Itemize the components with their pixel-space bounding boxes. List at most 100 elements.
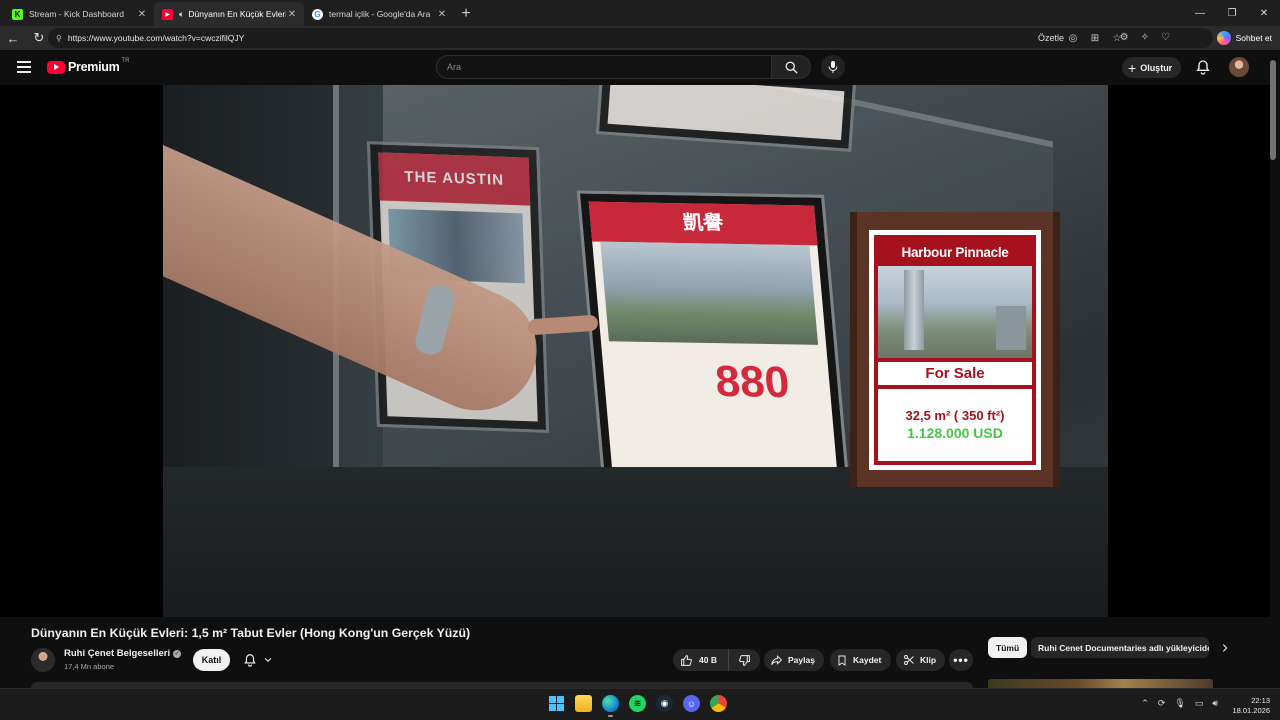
network-icon[interactable]: ▭ (1195, 698, 1204, 709)
steam-icon[interactable]: ◉ (656, 695, 673, 712)
sign-title: Harbour Pinnacle (901, 244, 1009, 260)
video-player[interactable]: THE AUSTIN 凱譽 880 Harbour Pinnacle For S… (0, 85, 1270, 617)
system-clock[interactable]: 22:13 18.01.2026 (1232, 696, 1270, 716)
performance-icon[interactable]: ♡ (1161, 32, 1170, 43)
sign-inner: Harbour Pinnacle For Sale 32,5 m² ( 350 … (874, 234, 1036, 465)
voice-search-button[interactable] (821, 55, 845, 79)
poster-photo (600, 241, 819, 345)
address-bar[interactable]: ⚲ https://www.youtube.com/watch?v=cwczif… (48, 28, 1213, 48)
summarize-icon: ◎ (1068, 32, 1078, 44)
create-label: Oluştur (1140, 62, 1173, 73)
menu-icon[interactable] (17, 61, 31, 73)
youtube-premium-logo[interactable]: Premium TR (47, 58, 129, 74)
chip-all[interactable]: Tümü (988, 637, 1028, 658)
thumbs-down-icon (738, 654, 750, 666)
logo-text: Premium (68, 60, 120, 74)
chrome-icon[interactable] (710, 695, 727, 712)
bookmark-icon (838, 655, 846, 666)
chat-label: Sohbet et (1235, 33, 1272, 43)
windows-start-icon[interactable] (548, 695, 565, 712)
more-actions-button[interactable]: ••• (949, 649, 973, 671)
tray-overflow-chevron-icon[interactable]: ⌃ (1141, 698, 1149, 709)
bell-icon (244, 654, 256, 667)
sign-card: Harbour Pinnacle For Sale 32,5 m² ( 350 … (869, 229, 1041, 470)
search-box (436, 55, 772, 79)
search-input[interactable] (447, 62, 771, 72)
thumbs-up-icon (681, 654, 692, 666)
extension-icon[interactable]: ⚙ (1120, 32, 1129, 43)
share-label: Paylaş (788, 655, 815, 665)
close-tab-icon[interactable]: ✕ (436, 9, 448, 20)
create-button[interactable]: + Oluştur (1122, 57, 1182, 78)
clip-button[interactable]: Klip (896, 649, 945, 671)
video-title: Dünyanın En Küçük Evleri: 1,5 m² Tabut E… (31, 626, 471, 640)
system-tray: ⌃ ⟳ 🎙︎ ▭ 🔊︎ (1141, 698, 1218, 709)
like-button[interactable]: 40 B (673, 649, 729, 671)
new-tab-button[interactable]: + (454, 2, 478, 26)
discord-icon[interactable]: ☺ (683, 695, 700, 712)
tab-title: Dünyanın En Küçük Evleri: 1,5 (188, 9, 286, 19)
video-frame: THE AUSTIN 凱譽 880 Harbour Pinnacle For S… (163, 85, 1108, 617)
sign-status: For Sale (878, 361, 1032, 385)
search-icon (785, 61, 798, 74)
minimize-button[interactable]: — (1184, 0, 1216, 26)
browser-toolbar: ← ↻ ⚲ https://www.youtube.com/watch?v=cw… (0, 26, 1280, 50)
sign-details: 32,5 m² ( 350 ft²) 1.128.000 USD (878, 388, 1032, 461)
search-button[interactable] (771, 55, 811, 79)
chevron-down-icon (264, 657, 272, 662)
channel-name-link[interactable]: Ruhi Çenet Belgeselleri ✓ (64, 648, 182, 659)
join-button[interactable]: Katıl (193, 649, 230, 671)
close-window-button[interactable]: ✕ (1248, 0, 1280, 26)
tab-youtube-video[interactable]: ▶ 🔈︎ Dünyanın En Küçük Evleri: 1,5 ✕ (154, 2, 304, 26)
copilot-chat-button[interactable]: Sohbet et (1216, 28, 1272, 48)
subscription-notifications-button[interactable] (236, 649, 280, 671)
volume-icon[interactable]: 🔊︎ (1212, 698, 1218, 709)
edge-icon[interactable] (602, 695, 619, 717)
spotify-icon[interactable]: ≋ (629, 695, 646, 712)
close-tab-icon[interactable]: ✕ (286, 9, 298, 20)
close-tab-icon[interactable]: ✕ (136, 9, 148, 20)
kick-icon: K (12, 8, 23, 20)
audio-playing-icon[interactable]: 🔈︎ (179, 9, 184, 20)
url-text: https://www.youtube.com/watch?v=cwczifil… (67, 33, 245, 43)
video-floor (163, 467, 1108, 617)
dislike-button[interactable] (729, 654, 759, 667)
channel-avatar[interactable] (31, 648, 55, 672)
summarize-label: Özetle (1037, 33, 1064, 43)
microphone-tray-icon[interactable]: 🎙︎ (1174, 698, 1185, 709)
extensions-puzzle-icon[interactable]: ✧ (1141, 32, 1149, 43)
clock-time: 22:13 (1251, 696, 1270, 705)
youtube-icon: ▶ (162, 8, 173, 20)
chip-uploader[interactable]: Ruhi Cenet Documentaries adlı yükleyicid… (1031, 637, 1209, 658)
poster-title: 凱譽 (588, 201, 818, 246)
channel-name: Ruhi Çenet Belgeselleri (64, 648, 171, 659)
microphone-icon (828, 61, 838, 73)
file-explorer-icon[interactable] (575, 695, 592, 712)
sign-price: 1.128.000 USD (907, 425, 1003, 441)
summarize-button[interactable]: Özetle ◎ (1038, 32, 1079, 44)
tab-title: termal içlik - Google'da Ara (329, 9, 431, 19)
account-avatar[interactable] (1229, 57, 1249, 77)
tab-kick-dashboard[interactable]: K Stream - Kick Dashboard ✕ (4, 2, 154, 26)
apps-icon[interactable]: ⊞ (1089, 32, 1101, 44)
site-info-icon[interactable]: ⚲ (56, 34, 62, 43)
recommended-thumbnail[interactable] (988, 679, 1213, 688)
like-dislike-group: 40 B (673, 649, 760, 671)
subscriber-count: 17,4 Mn abone (64, 662, 115, 671)
toolbar-extensions: ⚙ ✧ ♡ (1120, 32, 1170, 43)
property-sign: Harbour Pinnacle For Sale 32,5 m² ( 350 … (850, 212, 1060, 487)
maximize-button[interactable]: ❐ (1216, 0, 1248, 26)
windows-taskbar: ≋ ◉ ☺ ⌃ ⟳ 🎙︎ ▭ 🔊︎ 22:13 18.01.2026 (0, 688, 1280, 720)
chips-next-button[interactable] (1214, 637, 1235, 658)
share-button[interactable]: Paylaş (764, 649, 824, 671)
building-photo (878, 265, 1032, 358)
back-button[interactable]: ← (0, 26, 26, 50)
tray-app-icon[interactable]: ⟳ (1158, 698, 1166, 709)
notifications-bell-icon[interactable] (1195, 59, 1211, 75)
tab-google-search[interactable]: G termal içlik - Google'da Ara ✕ (304, 2, 454, 26)
copilot-icon (1216, 31, 1231, 45)
page-scrollbar[interactable] (1270, 60, 1276, 160)
save-button[interactable]: Kaydet (830, 649, 891, 671)
window-controls: — ❐ ✕ (1184, 0, 1280, 26)
sign-area: 32,5 m² ( 350 ft²) (905, 408, 1005, 423)
